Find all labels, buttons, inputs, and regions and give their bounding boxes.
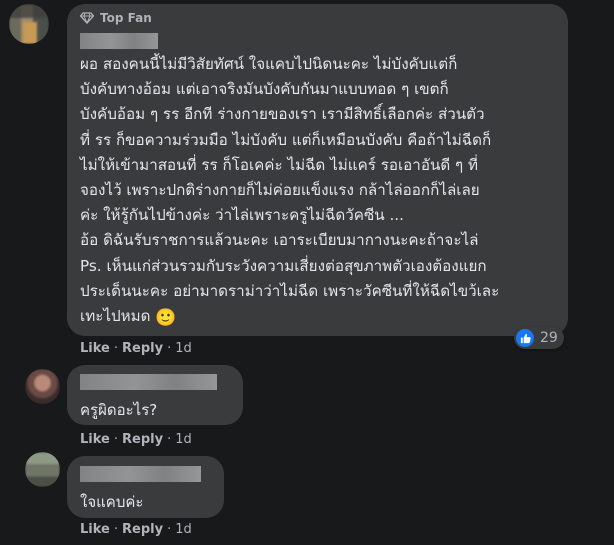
reply-button[interactable]: Reply xyxy=(122,522,163,537)
timestamp[interactable]: 1d xyxy=(175,341,192,356)
like-button[interactable]: Like xyxy=(80,432,110,447)
timestamp[interactable]: 1d xyxy=(175,432,192,447)
reply-actions: Like · Reply · 1d xyxy=(80,522,192,537)
replier-name[interactable] xyxy=(80,466,201,482)
separator: · xyxy=(167,432,172,447)
reply-actions: Like · Reply · 1d xyxy=(80,432,192,447)
like-button[interactable]: Like xyxy=(80,522,110,537)
separator: · xyxy=(167,522,172,537)
badge-label: Top Fan xyxy=(100,11,152,25)
top-fan-badge[interactable]: Top Fan xyxy=(80,11,152,25)
separator: · xyxy=(113,432,118,447)
avatar[interactable] xyxy=(25,452,60,487)
reply-text: ใจแคบค่ะ xyxy=(80,493,144,511)
diamond-icon xyxy=(80,12,94,24)
replier-name[interactable] xyxy=(80,374,217,390)
commenter-name[interactable] xyxy=(80,33,158,49)
reaction-count: 29 xyxy=(540,330,558,346)
avatar[interactable] xyxy=(9,4,49,44)
avatar[interactable] xyxy=(25,369,60,404)
separator: · xyxy=(113,341,118,356)
like-button[interactable]: Like xyxy=(80,341,110,356)
reply-text: ครูผิดอะไร? xyxy=(80,401,158,419)
reply-button[interactable]: Reply xyxy=(122,432,163,447)
thumbs-up-icon xyxy=(516,329,534,347)
comment-thread: Top Fan ผอ สองคนนี้ไม่มีวิสัยทัศน์ ใจแคบ… xyxy=(0,0,614,545)
separator: · xyxy=(113,522,118,537)
reply-button[interactable]: Reply xyxy=(122,341,163,356)
smile-emoji: 🙂 xyxy=(155,308,177,329)
comment-actions: Like · Reply · 1d xyxy=(80,341,192,356)
separator: · xyxy=(167,341,172,356)
comment-body: ผอ สองคนนี้ไม่มีวิสัยทัศน์ ใจแคบไปนิดนะค… xyxy=(80,55,500,326)
comment-text: ผอ สองคนนี้ไม่มีวิสัยทัศน์ ใจแคบไปนิดนะค… xyxy=(80,52,564,329)
timestamp[interactable]: 1d xyxy=(175,522,192,537)
reaction-summary[interactable]: 29 xyxy=(514,327,564,349)
